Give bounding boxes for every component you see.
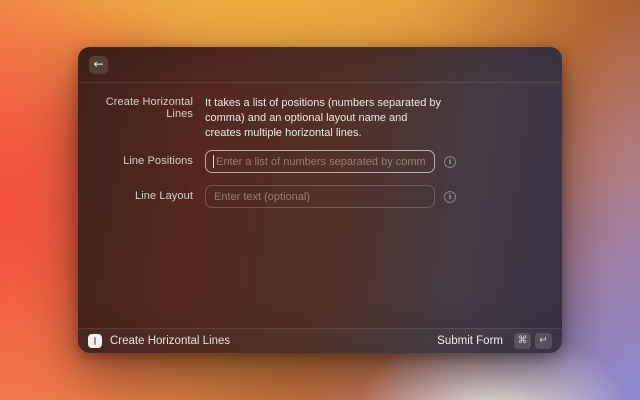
line-positions-input-wrap bbox=[205, 150, 435, 173]
line-layout-input-wrap bbox=[205, 185, 435, 208]
extension-form-window: ← Create Horizontal Lines It takes a lis… bbox=[78, 47, 562, 353]
command-title-label: Create Horizontal Lines bbox=[105, 96, 193, 120]
line-layout-input[interactable] bbox=[205, 185, 435, 208]
line-layout-row: Line Layout i bbox=[78, 185, 562, 208]
window-header: ← bbox=[78, 47, 562, 83]
line-layout-label: Line Layout bbox=[135, 190, 193, 202]
enter-key-icon: ↵ bbox=[535, 333, 552, 349]
line-layout-field: i bbox=[205, 185, 456, 208]
footer-bar: Create Horizontal Lines Submit Form ⌘ ↵ bbox=[78, 328, 562, 353]
back-arrow-icon: ← bbox=[93, 57, 104, 71]
footer-command-info: Create Horizontal Lines bbox=[88, 334, 230, 348]
footer-command-name: Create Horizontal Lines bbox=[110, 335, 231, 347]
submit-form-label: Submit Form bbox=[437, 335, 503, 347]
desktop-background: ← Create Horizontal Lines It takes a lis… bbox=[0, 0, 640, 400]
submit-form-action[interactable]: Submit Form ⌘ ↵ bbox=[437, 333, 552, 349]
line-positions-input[interactable] bbox=[205, 150, 435, 173]
line-positions-label: Line Positions bbox=[123, 155, 193, 167]
line-positions-field: i bbox=[205, 150, 456, 173]
form-area: Create Horizontal Lines It takes a list … bbox=[78, 83, 562, 328]
horizontal-lines-command-icon bbox=[88, 334, 102, 348]
command-description: It takes a list of positions (numbers se… bbox=[205, 97, 442, 139]
back-button[interactable]: ← bbox=[89, 55, 108, 74]
form-description-row: Create Horizontal Lines It takes a list … bbox=[78, 96, 562, 141]
info-icon[interactable]: i bbox=[444, 155, 456, 168]
line-positions-row: Line Positions i bbox=[78, 150, 562, 173]
command-key-icon: ⌘ bbox=[514, 333, 531, 349]
text-caret bbox=[213, 155, 214, 168]
info-icon[interactable]: i bbox=[444, 190, 456, 203]
